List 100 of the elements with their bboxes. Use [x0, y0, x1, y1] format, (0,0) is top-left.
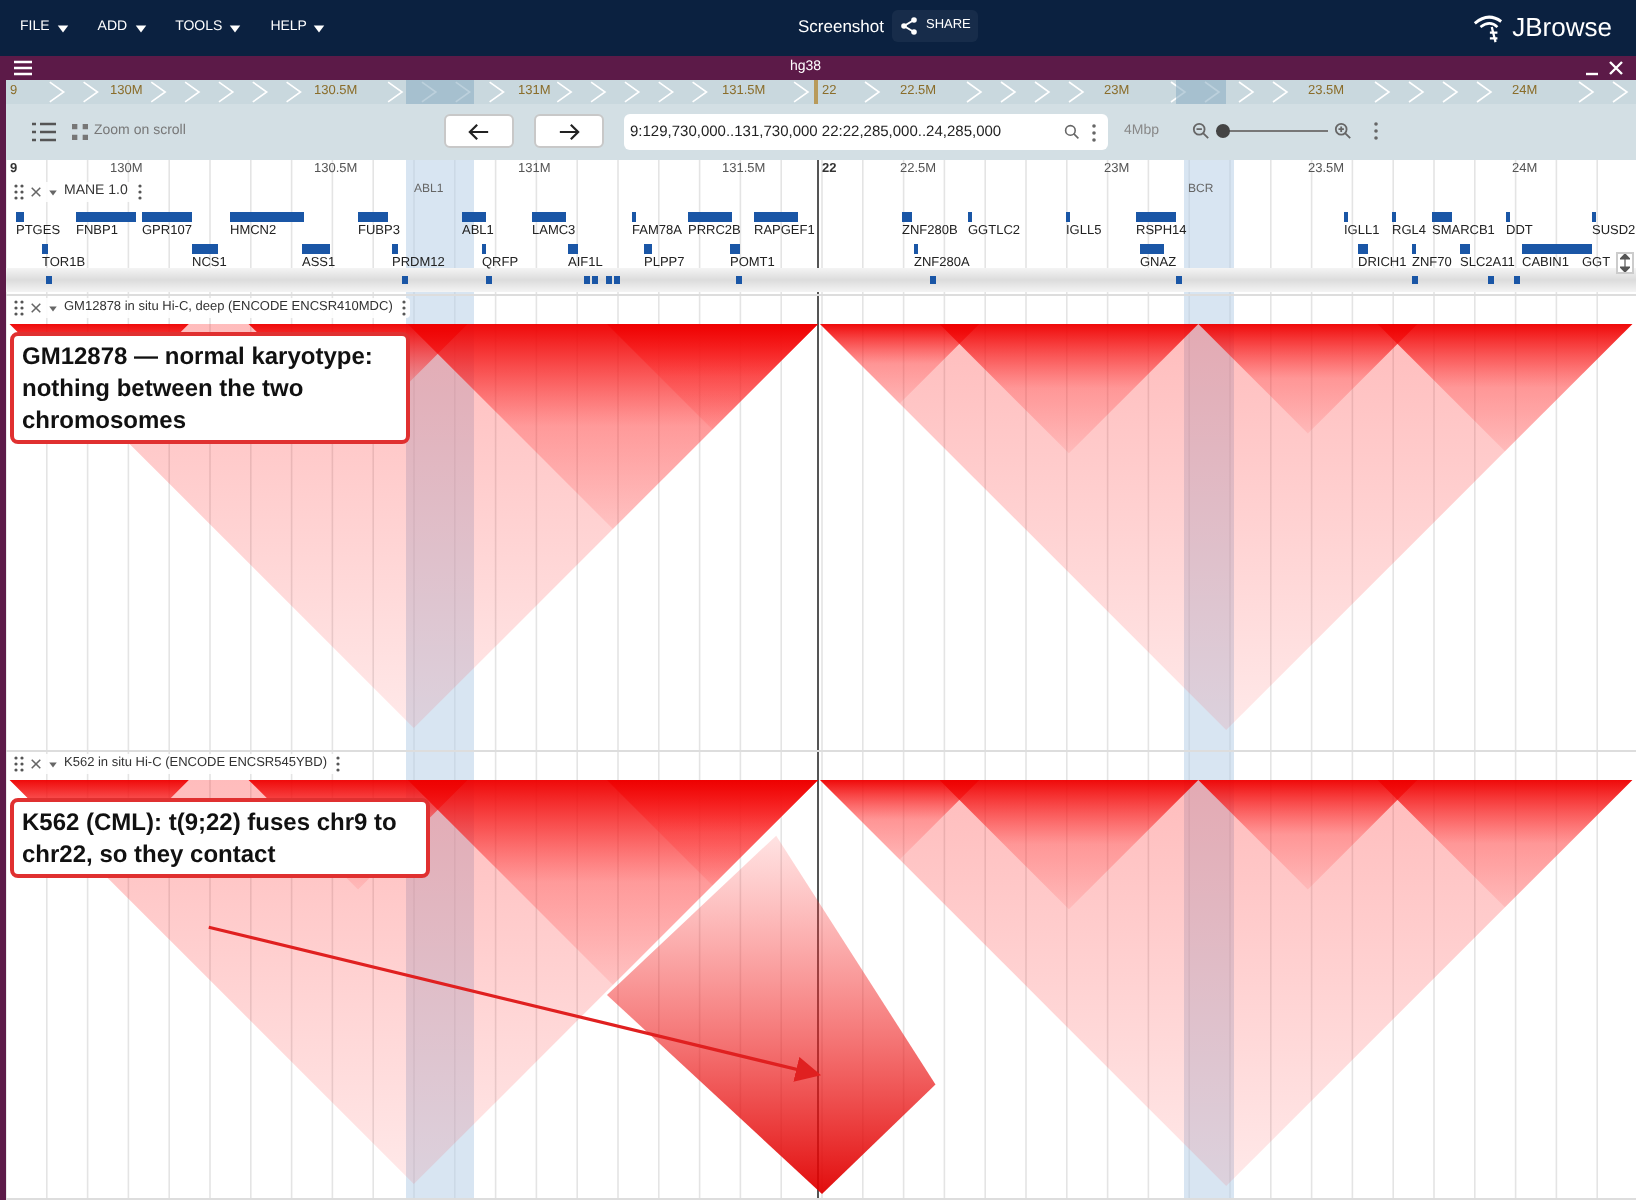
caret-icon[interactable] — [48, 759, 58, 769]
chevron-icon — [1476, 81, 1493, 103]
app-title: Screenshot — [798, 13, 884, 39]
more-icon[interactable] — [402, 300, 407, 316]
close-icon[interactable] — [30, 758, 42, 770]
logo-text: JBrowse — [1512, 10, 1612, 46]
gene-glyph[interactable] — [1488, 276, 1494, 284]
chevron-icon — [1442, 81, 1459, 103]
chevron-icon — [1578, 81, 1595, 103]
share-icon — [900, 16, 920, 36]
right-arrow-icon — [558, 121, 580, 141]
logo-icon — [1472, 11, 1505, 44]
gene-glyph[interactable] — [1432, 212, 1452, 222]
gene-glyph[interactable] — [302, 244, 330, 254]
chevron-icon — [82, 81, 99, 103]
gene-glyph[interactable] — [358, 212, 388, 222]
chevron-icon — [1408, 81, 1425, 103]
gene-glyph[interactable] — [568, 244, 578, 254]
gene-glyph[interactable] — [192, 244, 218, 254]
chevron-icon — [793, 81, 810, 103]
gene-glyph[interactable] — [754, 212, 798, 222]
gene-glyph[interactable] — [1514, 276, 1520, 284]
chevron-icon — [966, 81, 983, 103]
gene-glyph[interactable] — [688, 212, 732, 222]
chevron-icon — [657, 81, 675, 103]
gene-glyph[interactable] — [532, 212, 566, 222]
track-list-icon[interactable] — [32, 122, 56, 142]
gene-glyph[interactable] — [930, 276, 936, 284]
expand-icon — [72, 124, 88, 140]
chevron-icon — [454, 81, 472, 103]
gene-glyph[interactable] — [1522, 244, 1582, 254]
drag-handle-icon[interactable] — [14, 756, 24, 772]
caret-icon[interactable] — [48, 187, 58, 197]
chevron-icon — [49, 81, 66, 103]
more-icon[interactable] — [1090, 123, 1098, 141]
gene-glyph[interactable] — [1582, 244, 1592, 254]
more-icon[interactable] — [137, 184, 142, 200]
chevron-icon — [864, 81, 881, 103]
left-arrow-icon — [468, 121, 490, 141]
zoom-in-icon[interactable] — [1334, 122, 1352, 140]
overview-highlight — [406, 80, 474, 104]
chevron-icon — [1238, 81, 1255, 103]
caret-icon — [55, 21, 70, 35]
chevron-icon — [556, 81, 573, 103]
gene-glyph[interactable] — [142, 212, 192, 222]
back-button[interactable] — [444, 114, 514, 148]
chevron-icon — [624, 81, 641, 103]
chevron-icon — [285, 81, 302, 103]
gene-glyph[interactable] — [736, 276, 742, 284]
caret-icon — [133, 21, 148, 35]
chevron-icon — [691, 81, 708, 103]
gene-glyph[interactable] — [1460, 244, 1470, 254]
chevron-icon — [590, 81, 607, 103]
chevron-icon — [387, 81, 404, 103]
chevron-icon — [1170, 81, 1187, 103]
gene-glyph[interactable] — [1140, 244, 1164, 254]
annotation-callout: GM12878 — normal karyotype: nothing between the two chromosomes — [10, 332, 410, 444]
gene-glyph[interactable] — [16, 212, 24, 222]
gene-glyph[interactable] — [486, 276, 492, 284]
gene-glyph[interactable] — [730, 244, 740, 254]
chevron-icon — [488, 81, 505, 103]
chevron-icon — [252, 81, 269, 103]
gene-glyph[interactable] — [644, 244, 652, 254]
gene-glyph[interactable] — [902, 212, 912, 222]
overview-highlight — [1176, 80, 1226, 104]
menu-icon[interactable] — [14, 60, 32, 76]
gene-glyph[interactable] — [1136, 212, 1176, 222]
zoom-out-icon[interactable] — [1192, 122, 1210, 140]
gene-glyph[interactable] — [1176, 276, 1182, 284]
gene-glyph[interactable] — [46, 276, 52, 284]
gene-glyph[interactable] — [392, 244, 398, 254]
resize-handle[interactable] — [1616, 252, 1634, 274]
gene-glyph[interactable] — [76, 212, 136, 222]
resize-icon — [1620, 254, 1630, 272]
chevron-icon — [1000, 81, 1017, 103]
close-icon[interactable] — [30, 302, 42, 314]
forward-button[interactable] — [534, 114, 604, 148]
caret-icon[interactable] — [48, 303, 58, 313]
chevron-icon — [421, 81, 438, 103]
drag-handle-icon[interactable] — [14, 300, 24, 316]
chevron-icon — [150, 81, 167, 103]
chevron-icon — [1068, 81, 1085, 103]
gene-glyph[interactable] — [1358, 244, 1368, 254]
more-icon[interactable] — [1372, 122, 1380, 140]
chevron-icon — [1272, 81, 1289, 103]
gene-glyph[interactable] — [230, 212, 304, 222]
close-icon[interactable] — [30, 186, 42, 198]
drag-handle-icon[interactable] — [14, 184, 24, 200]
chevron-icon — [1204, 81, 1221, 103]
more-icon[interactable] — [336, 756, 341, 772]
search-icon[interactable] — [1064, 124, 1080, 140]
gene-glyph[interactable] — [1412, 276, 1418, 284]
gene-glyph[interactable] — [42, 244, 48, 254]
gene-glyph[interactable] — [462, 212, 486, 222]
chevron-icon — [1374, 81, 1391, 103]
chevron-icon — [184, 81, 201, 103]
slider-thumb[interactable] — [1215, 124, 1230, 138]
caret-icon — [312, 21, 327, 35]
gene-glyph[interactable] — [402, 276, 408, 284]
annotation-callout: K562 (CML): t(9;22) fuses chr9 to chr22, so they contact — [10, 798, 430, 878]
